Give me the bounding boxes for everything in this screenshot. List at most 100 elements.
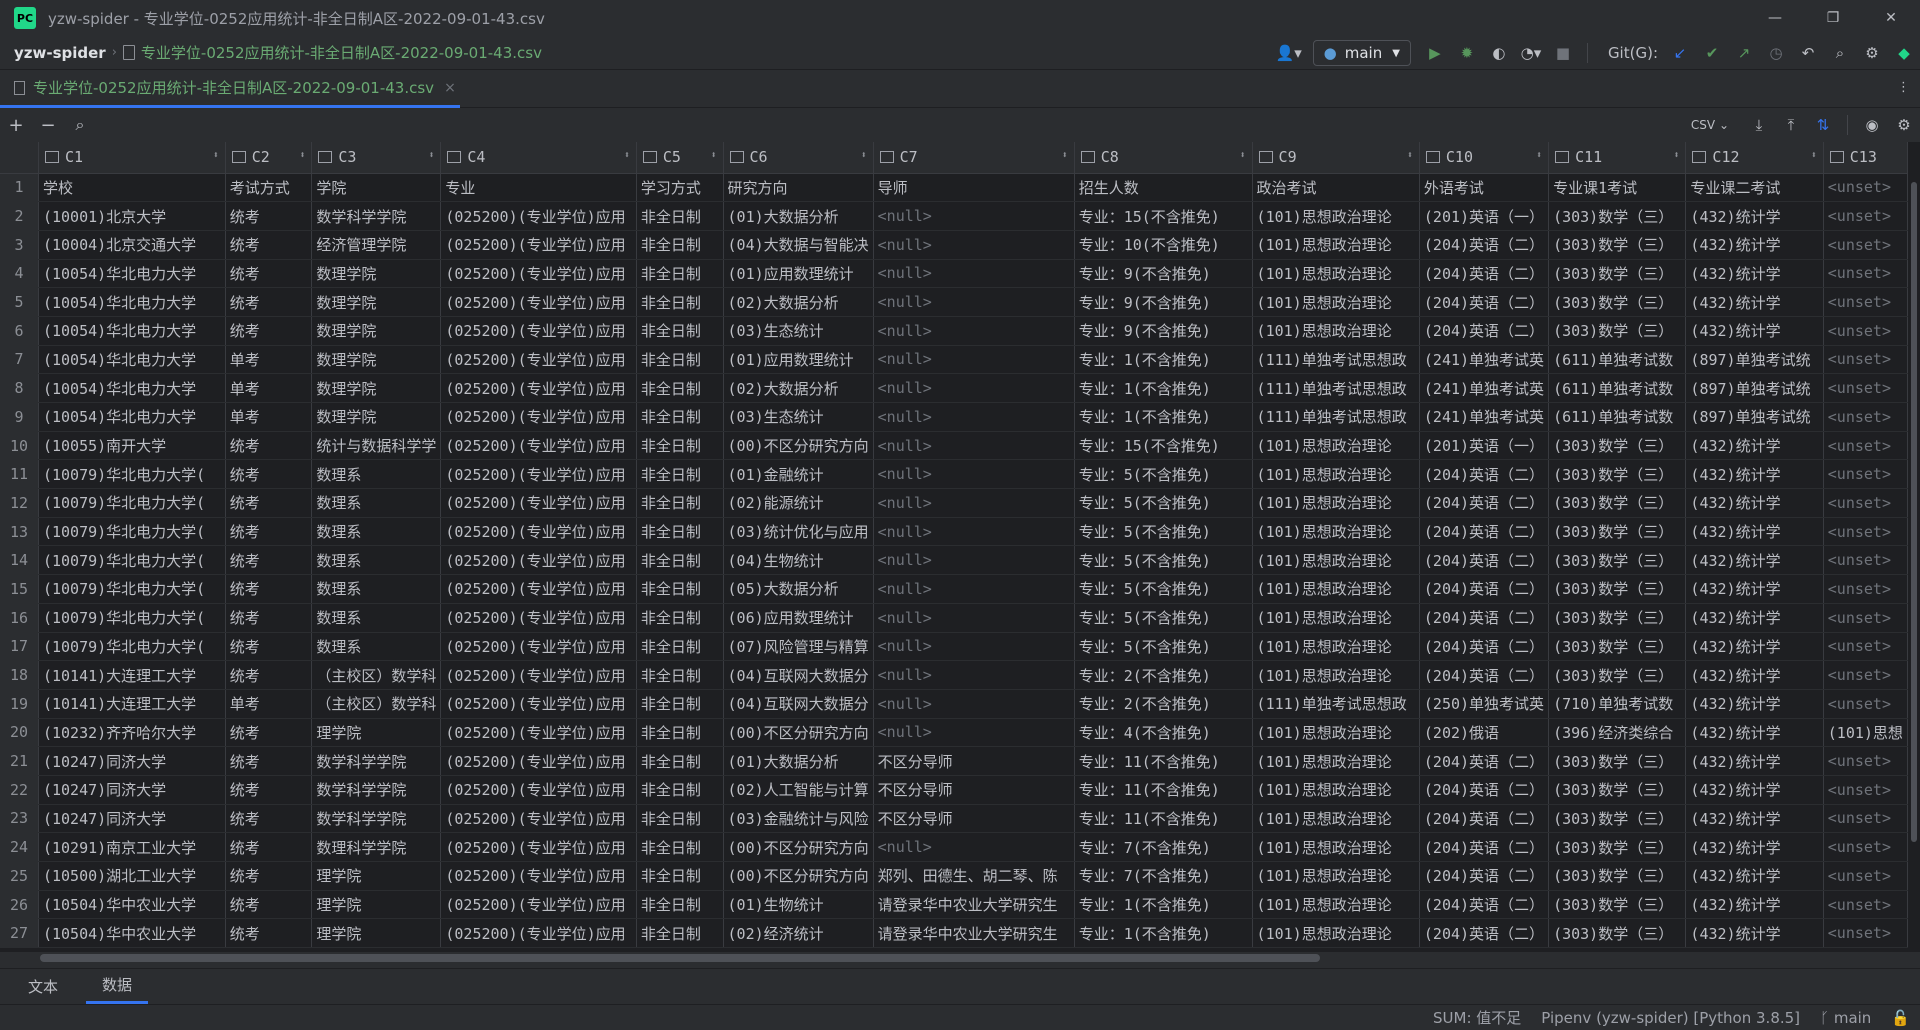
table-cell[interactable]: (611)单独考试数 bbox=[1548, 402, 1687, 432]
table-cell[interactable]: <null> bbox=[873, 832, 1075, 862]
table-cell[interactable]: (204)英语（二） bbox=[1419, 545, 1550, 576]
table-cell[interactable]: (101)思想政治理论 bbox=[1252, 660, 1420, 690]
table-row[interactable]: 19 (10141)大连理工大学 单考 （主校区）数学科 (025200)(专业学位)应… bbox=[0, 689, 1908, 719]
close-tab-icon[interactable]: × bbox=[444, 80, 456, 96]
table-cell[interactable]: (204)英语（二） bbox=[1419, 832, 1550, 862]
table-cell[interactable]: 数学科学学院 bbox=[311, 746, 442, 776]
table-cell[interactable]: (101)思想政治理论 bbox=[1252, 545, 1420, 576]
table-cell[interactable]: 专业：9(不含推免) bbox=[1074, 316, 1253, 346]
row-number[interactable]: 26 bbox=[0, 890, 39, 920]
table-cell[interactable]: 请登录华中农业大学研究生 bbox=[873, 890, 1075, 920]
table-cell[interactable]: 专业：1(不含推免) bbox=[1074, 402, 1253, 432]
table-cell[interactable]: (303)数学（三） bbox=[1548, 431, 1687, 461]
table-cell[interactable]: (303)数学（三） bbox=[1548, 775, 1687, 805]
table-cell[interactable]: (710)单独考试数 bbox=[1548, 689, 1687, 719]
table-cell[interactable]: (204)英语（二） bbox=[1419, 259, 1550, 289]
table-cell[interactable]: <null> bbox=[873, 431, 1075, 461]
table-cell[interactable]: 统考 bbox=[225, 890, 313, 920]
table-cell[interactable]: (101)思想政治理论 bbox=[1252, 230, 1420, 260]
table-cell[interactable]: (10054)华北电力大学 bbox=[38, 287, 226, 317]
table-cell[interactable]: (10054)华北电力大学 bbox=[38, 316, 226, 346]
table-cell[interactable]: <null> bbox=[873, 488, 1075, 518]
table-cell[interactable]: <unset> bbox=[1823, 775, 1908, 805]
table-cell[interactable]: 非全日制 bbox=[636, 345, 724, 375]
row-number[interactable]: 3 bbox=[0, 230, 39, 260]
transpose-icon[interactable]: ⇅ bbox=[1809, 111, 1837, 139]
table-cell[interactable]: (101)思想政治理论 bbox=[1252, 603, 1420, 633]
table-cell[interactable]: (025200)(专业学位)应用 bbox=[440, 718, 637, 748]
table-cell[interactable]: 请登录华中农业大学研究生 bbox=[873, 918, 1075, 949]
table-cell[interactable]: 非全日制 bbox=[636, 718, 724, 748]
table-cell[interactable]: (204)英语（二） bbox=[1419, 660, 1550, 690]
table-cell[interactable]: (01)大数据分析 bbox=[723, 746, 874, 776]
table-cell[interactable]: (025200)(专业学位)应用 bbox=[440, 574, 637, 604]
table-cell[interactable]: 非全日制 bbox=[636, 804, 724, 834]
column-header[interactable]: C6 ⬍ bbox=[723, 142, 874, 174]
sort-icon[interactable]: ⬍ bbox=[861, 150, 867, 161]
table-cell[interactable]: 招生人数 bbox=[1074, 173, 1253, 203]
table-cell[interactable]: (897)单独考试统 bbox=[1685, 373, 1824, 403]
table-cell[interactable]: 专业：5(不含推免) bbox=[1074, 632, 1253, 662]
table-cell[interactable]: (025200)(专业学位)应用 bbox=[440, 632, 637, 662]
row-number[interactable]: 6 bbox=[0, 316, 39, 346]
table-cell[interactable]: (10079)华北电力大学( bbox=[38, 632, 226, 662]
rollback-icon[interactable]: ↶ bbox=[1794, 39, 1822, 67]
table-cell[interactable]: 数理系 bbox=[311, 632, 442, 662]
table-cell[interactable]: (432)统计学 bbox=[1685, 861, 1824, 891]
table-cell[interactable]: 非全日制 bbox=[636, 459, 724, 490]
table-cell[interactable]: (250)单独考试英 bbox=[1419, 689, 1550, 719]
table-cell[interactable]: 数理学院 bbox=[311, 402, 442, 432]
table-cell[interactable]: <unset> bbox=[1823, 574, 1908, 604]
table-row[interactable]: 18 (10141)大连理工大学 统考 （主校区）数学科 (025200)(专业学位)应… bbox=[0, 660, 1908, 690]
table-cell[interactable]: 非全日制 bbox=[636, 517, 724, 547]
table-cell[interactable]: 数理系 bbox=[311, 459, 442, 490]
table-cell[interactable]: (10079)华北电力大学( bbox=[38, 603, 226, 633]
row-number[interactable]: 24 bbox=[0, 832, 39, 862]
table-cell[interactable]: 非全日制 bbox=[636, 431, 724, 461]
table-cell[interactable]: 专业：7(不含推免) bbox=[1074, 832, 1253, 862]
debug-icon[interactable]: ✹ bbox=[1453, 39, 1481, 67]
row-number[interactable]: 23 bbox=[0, 804, 39, 834]
table-cell[interactable]: (432)统计学 bbox=[1685, 459, 1824, 490]
table-cell[interactable]: 专业：15(不含推免) bbox=[1074, 201, 1253, 231]
table-cell[interactable]: 统考 bbox=[225, 259, 313, 289]
table-cell[interactable]: 研究方向 bbox=[723, 173, 874, 203]
table-cell[interactable]: (204)英语（二） bbox=[1419, 804, 1550, 834]
row-number[interactable]: 17 bbox=[0, 632, 39, 662]
table-cell[interactable]: (101)思想政治理论 bbox=[1252, 632, 1420, 662]
table-cell[interactable]: 统计与数据科学学 bbox=[311, 431, 442, 461]
row-number[interactable]: 20 bbox=[0, 718, 39, 748]
horizontal-scrollbar[interactable] bbox=[40, 954, 1320, 962]
table-cell[interactable]: (025200)(专业学位)应用 bbox=[440, 832, 637, 862]
table-cell[interactable]: <unset> bbox=[1823, 488, 1908, 518]
table-cell[interactable]: (10079)华北电力大学( bbox=[38, 459, 226, 490]
table-row[interactable]: 3 (10004)北京交通大学 统考 经济管理学院 (025200)(专业学位)应用 非全… bbox=[0, 230, 1908, 260]
search-icon[interactable]: ⌕ bbox=[1826, 39, 1854, 67]
table-cell[interactable]: 非全日制 bbox=[636, 632, 724, 662]
table-cell[interactable]: 专业：4(不含推免) bbox=[1074, 718, 1253, 748]
column-header[interactable]: C4 ⬍ bbox=[440, 142, 637, 174]
table-cell[interactable]: (02)能源统计 bbox=[723, 488, 874, 518]
table-cell[interactable]: (10504)华中农业大学 bbox=[38, 890, 226, 920]
table-row[interactable]: 8 (10054)华北电力大学 单考 数理学院 (025200)(专业学位)应用 非全日制… bbox=[0, 373, 1908, 403]
table-cell[interactable]: 专业：5(不含推免) bbox=[1074, 459, 1253, 490]
table-cell[interactable]: (01)大数据分析 bbox=[723, 201, 874, 231]
table-cell[interactable]: (02)大数据分析 bbox=[723, 373, 874, 403]
table-cell[interactable]: 非全日制 bbox=[636, 287, 724, 317]
sort-icon[interactable]: ⬍ bbox=[1673, 150, 1679, 161]
table-cell[interactable]: 数理学院 bbox=[311, 373, 442, 403]
table-cell[interactable]: 外语考试 bbox=[1419, 173, 1550, 203]
vertical-scroll-thumb[interactable] bbox=[1911, 182, 1917, 842]
row-number[interactable]: 10 bbox=[0, 431, 39, 461]
table-cell[interactable]: (101)思想政治理论 bbox=[1252, 861, 1420, 891]
table-cell[interactable]: (303)数学（三） bbox=[1548, 230, 1687, 260]
table-cell[interactable]: (00)不区分研究方向 bbox=[723, 861, 874, 891]
table-cell[interactable]: <unset> bbox=[1823, 402, 1908, 432]
table-cell[interactable]: 考试方式 bbox=[225, 173, 313, 203]
row-number[interactable]: 16 bbox=[0, 603, 39, 633]
table-cell[interactable]: (303)数学（三） bbox=[1548, 517, 1687, 547]
table-cell[interactable]: <null> bbox=[873, 345, 1075, 375]
table-cell[interactable]: (10054)华北电力大学 bbox=[38, 345, 226, 375]
sort-icon[interactable]: ⬍ bbox=[299, 150, 305, 161]
table-cell[interactable]: (101)思想政治理论 bbox=[1252, 718, 1420, 748]
